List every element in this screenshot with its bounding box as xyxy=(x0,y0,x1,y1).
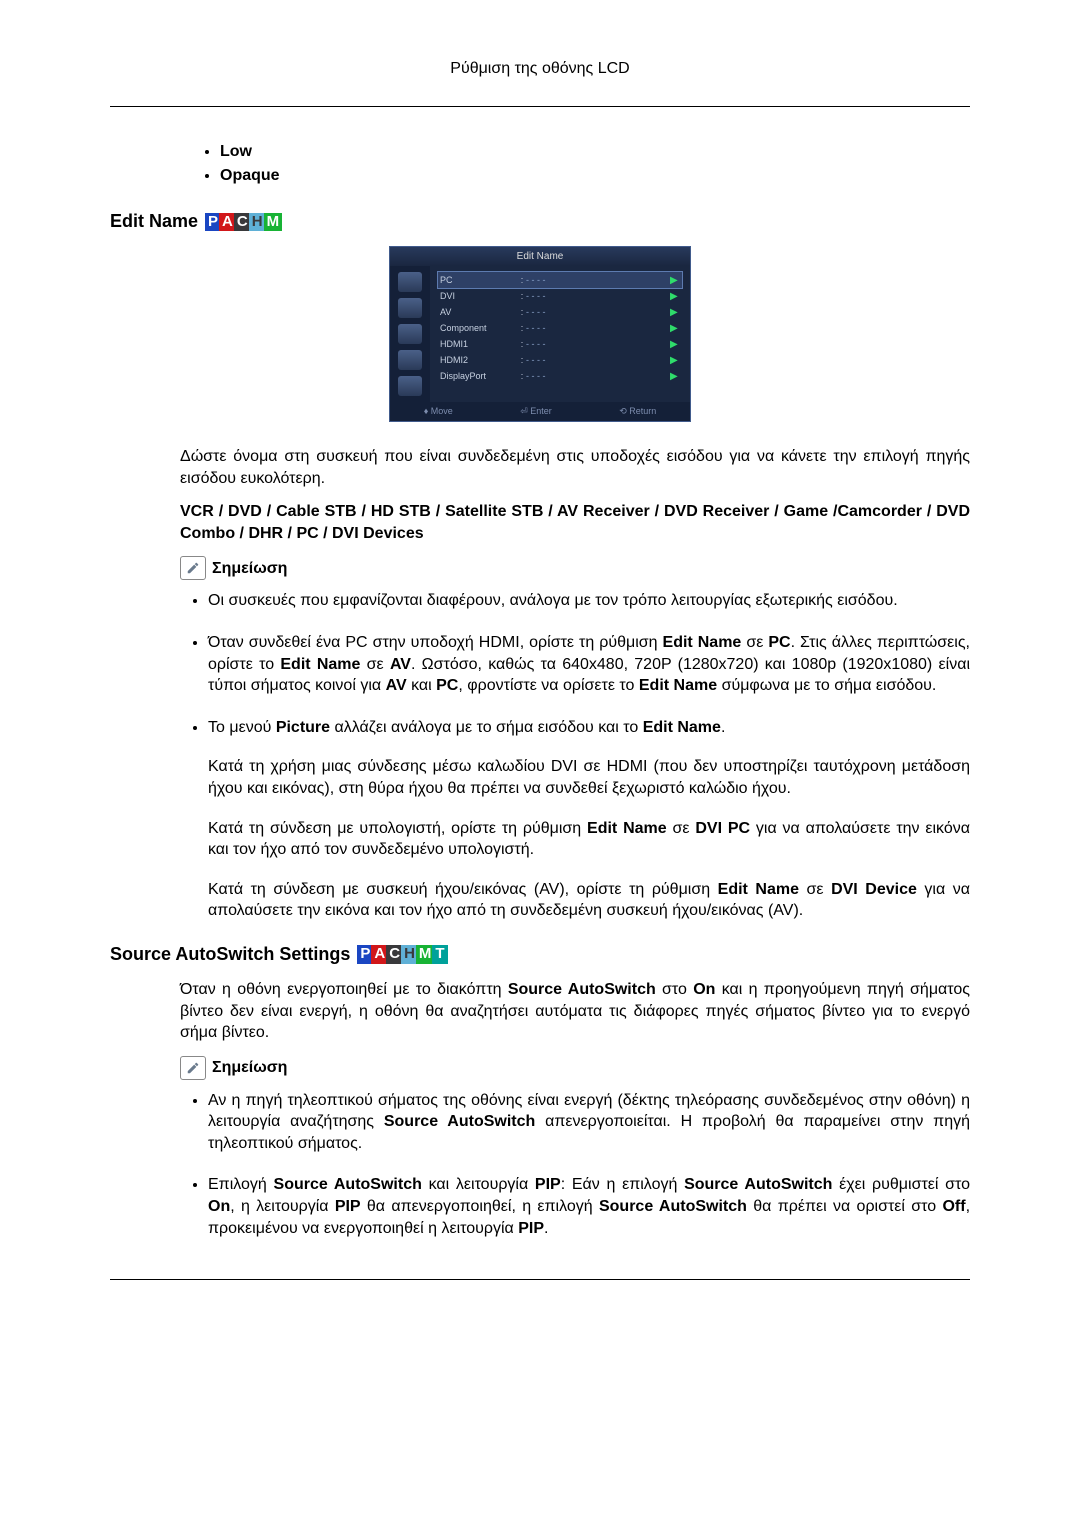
list-item: Οι συσκευές που εμφανίζονται διαφέρουν, … xyxy=(208,590,970,612)
osd-row-value: - - - - xyxy=(526,291,670,301)
osd-nav-icon xyxy=(398,272,422,292)
pencil-icon xyxy=(180,1056,206,1080)
osd-hint-enter: ⏎ Enter xyxy=(520,406,552,417)
list-item: Αν η πηγή τηλεοπτικού σήματος της οθόνης… xyxy=(208,1090,970,1155)
list-item: Το μενού Picture αλλάζει ανάλογα με το σ… xyxy=(208,717,970,922)
osd-nav-icons xyxy=(390,266,430,402)
osd-menu: Edit Name PC:- - - -▶DVI:- - - -▶AV:- - … xyxy=(389,246,691,422)
osd-row-label: PC xyxy=(438,275,518,285)
list-item: Opaque xyxy=(220,167,970,185)
badge-t: T xyxy=(432,945,447,964)
osd-row-label: HDMI2 xyxy=(438,355,518,365)
osd-row: DisplayPort:- - - -▶ xyxy=(438,368,682,384)
osd-row-value: - - - - xyxy=(526,355,670,365)
osd-row-value: - - - - xyxy=(526,307,670,317)
osd-row: PC:- - - -▶ xyxy=(437,271,683,289)
play-icon: ▶ xyxy=(670,323,682,334)
osd-nav-icon xyxy=(398,298,422,318)
osd-row-label: DVI xyxy=(438,291,518,301)
list-item: Low xyxy=(220,143,970,161)
osd-nav-icon xyxy=(398,376,422,396)
section-heading-edit-name: Edit Name PACHM xyxy=(110,211,970,232)
osd-row-value: - - - - xyxy=(526,275,670,285)
section-heading-autoswitch: Source AutoSwitch Settings PACHMT xyxy=(110,944,970,965)
paragraph: Κατά τη σύνδεση με συσκευή ήχου/εικόνας … xyxy=(208,879,970,922)
osd-row-label: HDMI1 xyxy=(438,339,518,349)
page-title: Ρύθμιση της οθόνης LCD xyxy=(110,60,970,78)
footer-divider xyxy=(110,1279,970,1280)
play-icon: ▶ xyxy=(670,275,682,286)
osd-footer: ♦ Move ⏎ Enter ⟲ Return xyxy=(390,402,690,421)
osd-row-value: - - - - xyxy=(526,323,670,333)
osd-row: HDMI2:- - - -▶ xyxy=(438,352,682,368)
autoswitch-intro: Όταν η οθόνη ενεργοποιηθεί με το διακόπτ… xyxy=(180,979,970,1044)
osd-row-value: - - - - xyxy=(526,371,670,381)
osd-row: AV:- - - -▶ xyxy=(438,304,682,320)
play-icon: ▶ xyxy=(670,371,682,382)
edit-name-notes: Οι συσκευές που εμφανίζονται διαφέρουν, … xyxy=(180,590,970,922)
header-divider xyxy=(110,106,970,107)
top-bullet-list: Low Opaque xyxy=(110,143,970,185)
play-icon: ▶ xyxy=(670,291,682,302)
osd-nav-icon xyxy=(398,350,422,370)
osd-nav-icon xyxy=(398,324,422,344)
osd-row-value: - - - - xyxy=(526,339,670,349)
osd-hint-return: ⟲ Return xyxy=(619,406,656,417)
osd-row-label: Component xyxy=(438,323,518,333)
play-icon: ▶ xyxy=(670,355,682,366)
list-item: Όταν συνδεθεί ένα PC στην υποδοχή HDMI, … xyxy=(208,632,970,697)
edit-name-intro: Δώστε όνομα στη συσκευή που είναι συνδεδ… xyxy=(180,446,970,489)
badge-m: M xyxy=(264,213,283,232)
osd-hint-move: ♦ Move xyxy=(424,406,453,417)
osd-row-label: DisplayPort xyxy=(438,371,518,381)
note-label: Σημείωση xyxy=(180,1056,970,1080)
osd-row: DVI:- - - -▶ xyxy=(438,288,682,304)
osd-row: HDMI1:- - - -▶ xyxy=(438,336,682,352)
osd-row: Component:- - - -▶ xyxy=(438,320,682,336)
pencil-icon xyxy=(180,556,206,580)
paragraph: Κατά τη σύνδεση με υπολογιστή, ορίστε τη… xyxy=(208,818,970,861)
osd-row-label: AV xyxy=(438,307,518,317)
autoswitch-notes: Αν η πηγή τηλεοπτικού σήματος της οθόνης… xyxy=(180,1090,970,1240)
paragraph: Κατά τη χρήση μιας σύνδεσης μέσω καλωδίο… xyxy=(208,756,970,799)
osd-title: Edit Name xyxy=(390,247,690,266)
play-icon: ▶ xyxy=(670,307,682,318)
device-list: VCR / DVD / Cable STB / HD STB / Satelli… xyxy=(180,501,970,544)
list-item: Επιλογή Source AutoSwitch και λειτουργία… xyxy=(208,1174,970,1239)
note-label: Σημείωση xyxy=(180,556,970,580)
play-icon: ▶ xyxy=(670,339,682,350)
